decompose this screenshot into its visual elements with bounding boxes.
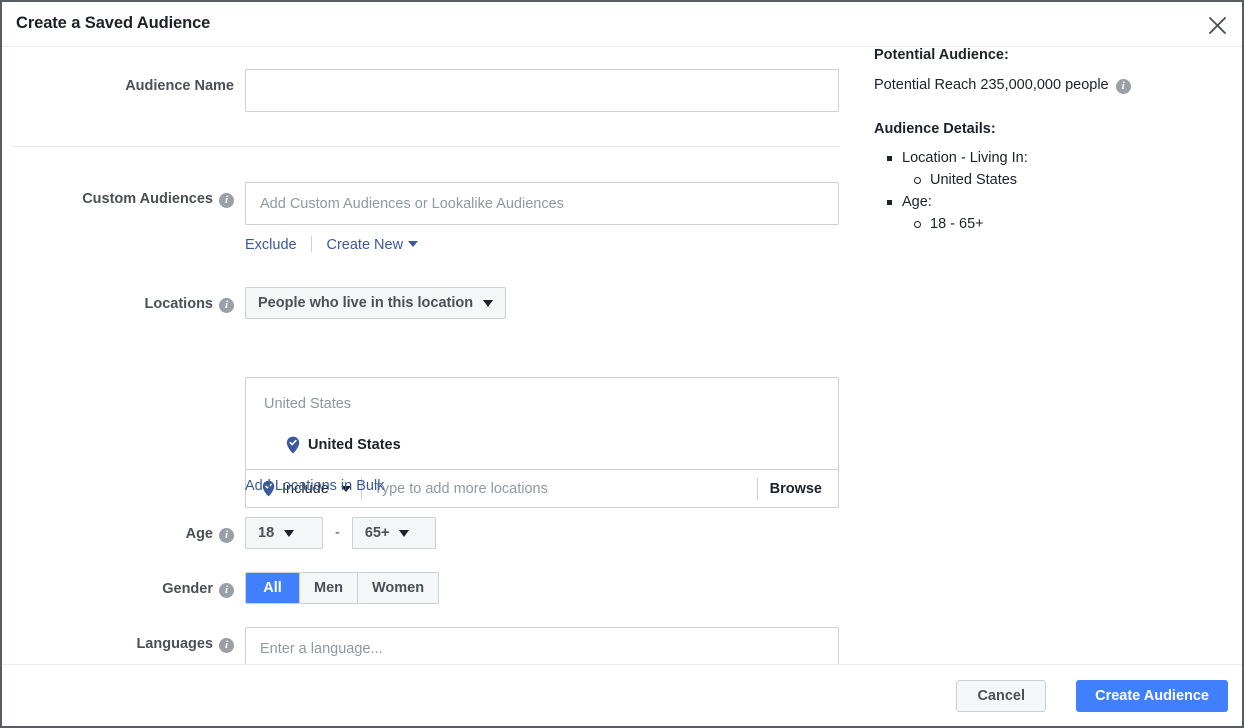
gender-segmented-control: All Men Women [245,572,439,604]
gender-option-women[interactable]: Women [358,573,438,603]
detail-label: Age: [902,194,932,210]
gender-label: Gender i [2,581,234,597]
selected-location-label: United States [308,437,401,453]
create-new-label: Create New [327,237,404,253]
chevron-down-icon [483,300,493,307]
detail-subitem: United States [902,169,1234,191]
selected-location-chip[interactable]: United States [286,436,401,454]
audience-name-input-wrap[interactable] [245,69,839,112]
languages-input[interactable] [246,628,838,669]
gender-option-all[interactable]: All [246,573,300,603]
locations-label: Locations i [2,296,234,312]
age-range-separator: - [335,525,340,541]
custom-audiences-input-wrap[interactable] [245,182,839,225]
info-icon[interactable]: i [219,638,234,653]
audience-name-input[interactable] [246,70,838,111]
detail-item-location: Location - Living In: United States [874,147,1234,191]
info-icon[interactable]: i [1116,79,1131,94]
section-divider [12,146,840,147]
detail-subitem: 18 - 65+ [902,213,1234,235]
chevron-down-icon [408,241,418,247]
custom-audiences-label-text: Custom Audiences [82,191,213,207]
close-icon[interactable] [1202,10,1232,40]
age-label: Age i [2,526,234,542]
audience-name-label-text: Audience Name [125,78,234,94]
dialog-header: Create a Saved Audience [2,2,1242,47]
locations-mode-label: People who live in this location [258,295,473,311]
detail-sublist: 18 - 65+ [902,213,1234,235]
create-new-link[interactable]: Create New [327,237,419,253]
info-icon[interactable]: i [219,298,234,313]
browse-button[interactable]: Browse [758,481,838,497]
info-icon[interactable]: i [219,583,234,598]
detail-item-age: Age: 18 - 65+ [874,191,1234,235]
locations-search-input[interactable] [362,481,757,497]
custom-audiences-input[interactable] [246,183,838,224]
locations-box-title: United States [264,396,351,412]
audience-form: Audience Name Custom Audiences i Exclude… [2,47,862,664]
audience-details-heading: Audience Details: [874,121,1234,137]
info-icon[interactable]: i [219,528,234,543]
custom-audiences-label: Custom Audiences i [2,191,234,207]
locations-mode-dropdown[interactable]: People who live in this location [245,287,506,319]
age-max-dropdown[interactable]: 65+ [352,517,436,549]
map-pin-icon [286,436,300,454]
audience-summary-panel: Potential Audience: Potential Reach 235,… [874,47,1234,235]
cancel-button[interactable]: Cancel [956,680,1046,712]
dialog-footer: Cancel Create Audience [2,664,1242,726]
potential-audience-heading: Potential Audience: [874,47,1234,63]
link-separator [311,236,312,252]
custom-audiences-links: Exclude Create New [245,236,418,254]
page-title: Create a Saved Audience [16,14,210,33]
age-range-controls: 18 - 65+ [245,517,436,549]
chevron-down-icon [284,530,294,537]
languages-label: Languages i [2,636,234,652]
age-label-text: Age [186,526,213,542]
exclude-link[interactable]: Exclude [245,237,297,253]
audience-name-label: Audience Name [2,78,234,94]
age-min-value: 18 [258,525,274,541]
gender-label-text: Gender [162,581,213,597]
add-locations-in-bulk-link[interactable]: Add Locations in Bulk [245,478,384,494]
locations-label-text: Locations [145,296,213,312]
age-max-value: 65+ [365,525,390,541]
create-audience-button[interactable]: Create Audience [1076,680,1228,712]
potential-reach-text: Potential Reach 235,000,000 people [874,77,1109,93]
audience-details-list: Location - Living In: United States Age:… [874,147,1234,235]
detail-sublist: United States [902,169,1234,191]
gender-option-men[interactable]: Men [300,573,358,603]
age-min-dropdown[interactable]: 18 [245,517,323,549]
create-saved-audience-dialog: Create a Saved Audience Audience Name Cu… [0,0,1244,728]
info-icon[interactable]: i [219,193,234,208]
add-locations-bulk-link-wrap: Add Locations in Bulk [245,477,384,495]
potential-reach-line: Potential Reach 235,000,000 people i [874,77,1234,93]
chevron-down-icon [399,530,409,537]
detail-label: Location - Living In: [902,150,1028,166]
languages-label-text: Languages [136,636,213,652]
